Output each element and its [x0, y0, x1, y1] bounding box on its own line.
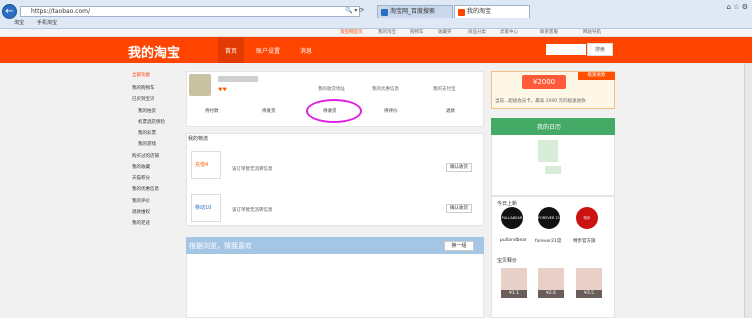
treasure-price: ¥1.1	[501, 290, 527, 298]
site-top-strip: 淘宝网首页 我的淘宝 购物车 收藏夹 商品分类 卖家中心 联系客服 网站导航	[0, 29, 752, 37]
treasure-item[interactable]: ¥2.6	[538, 268, 564, 298]
confirm-receipt-button[interactable]: 确认收货	[446, 204, 472, 213]
order-tab-refund[interactable]: 退款	[446, 108, 455, 114]
order-thumbnail[interactable]: 充值4	[191, 151, 221, 179]
order-tab-unshipped[interactable]: 待发货	[262, 108, 276, 114]
calendar-title[interactable]: 我的日历	[537, 122, 561, 131]
baidu-favicon-icon	[381, 9, 388, 16]
topstrip-link[interactable]: 收藏夹	[438, 29, 452, 37]
sidebar-item-favorites[interactable]: 我的收藏	[132, 164, 150, 170]
recommendation-title: 根据浏览，猜我喜欢	[189, 242, 252, 250]
sidebar-item-auction[interactable]: 我的拍卖	[138, 108, 156, 114]
refresh-button[interactable]: 换一组	[444, 241, 474, 251]
shop-logo[interactable]: 特步	[576, 207, 598, 229]
sidebar-item-lottery[interactable]: 我的彩票	[138, 130, 156, 136]
sidebar-item-purchased[interactable]: 已买到宝贝	[132, 96, 155, 102]
back-button[interactable]: ←	[2, 4, 17, 19]
shop-logo[interactable]: FOREVER 21	[538, 207, 560, 229]
shop-name[interactable]: pullandbear	[500, 238, 527, 243]
taobao-favicon-icon	[458, 9, 465, 16]
heart-rating-icon: ♥♥	[218, 87, 227, 93]
calendar-content-blurred	[545, 166, 561, 174]
sidebar-item-all[interactable]: 全部功能	[132, 72, 150, 78]
promo-tag: 极速进款	[578, 72, 615, 80]
alipay-link[interactable]: 我的支付宝	[433, 86, 456, 92]
treasure-price: ¥2.6	[538, 290, 564, 298]
logistics-title: 我的物流	[188, 136, 209, 142]
shop-logo[interactable]: PULL&BEAR	[501, 207, 523, 229]
confirm-receipt-button[interactable]: 确认收货	[446, 163, 472, 172]
treasure-price: ¥3.5	[576, 290, 602, 298]
tab-label: 我的淘宝	[467, 8, 492, 15]
favorite-item[interactable]: 手机淘宝	[37, 18, 57, 29]
treasure-title: 宝贝释价	[497, 258, 518, 264]
site-header	[0, 37, 752, 63]
nav-account-settings[interactable]: 账户设置	[256, 46, 280, 55]
calendar-content-blurred	[538, 140, 558, 162]
address-link[interactable]: 我的收货地址	[318, 86, 345, 92]
promo-amount: ¥2000	[522, 75, 566, 89]
window-controls[interactable]: ⌂ ☆ ⚙	[727, 3, 748, 11]
topstrip-link[interactable]: 我的淘宝	[378, 29, 396, 37]
tab-label: 淘宝网_百度搜索	[390, 8, 436, 15]
topstrip-link[interactable]: 联系客服	[540, 29, 558, 37]
topstrip-link[interactable]: 购物车	[410, 29, 424, 37]
logistics-status: 该订单暂无流转信息	[232, 208, 273, 213]
sidebar-item-cart[interactable]: 我的购物车	[132, 85, 155, 91]
shop-name[interactable]: 特步官方旗	[573, 238, 596, 244]
sidebar-item-reviews[interactable]: 我的评价	[132, 198, 150, 204]
sidebar-item-footprint[interactable]: 我的足迹	[132, 220, 150, 226]
nav-messages[interactable]: 消息	[300, 46, 312, 55]
treasure-item[interactable]: ¥3.5	[576, 268, 602, 298]
search-icon[interactable]: 🔍 ▾ ⟳	[345, 7, 364, 14]
highlight-circle	[306, 99, 362, 123]
sidebar-item-shops[interactable]: 购买过的店铺	[132, 153, 159, 159]
sidebar-item-games[interactable]: 我的游戏	[138, 141, 156, 147]
avatar[interactable]	[189, 74, 211, 96]
sidebar-item-coupons[interactable]: 我的优惠信息	[132, 186, 159, 192]
search-button[interactable]: 搜索	[587, 43, 613, 56]
treasure-item[interactable]: ¥1.1	[501, 268, 527, 298]
order-tab-unpaid[interactable]: 待付款	[205, 108, 219, 114]
topstrip-link[interactable]: 商品分类	[468, 29, 486, 37]
favorites-bar: 淘宝 手机淘宝	[0, 18, 752, 29]
favorite-item[interactable]: 淘宝	[14, 18, 24, 29]
coupon-link[interactable]: 我的优惠信息	[372, 86, 399, 92]
thumbnail-label: 充值4	[195, 162, 209, 168]
thumbnail-label: 移动10	[195, 205, 212, 211]
order-tab-to-review[interactable]: 待评价	[384, 108, 398, 114]
promo-text: 当前...超级会员卡，最高 2000 元的极速进款	[495, 99, 586, 104]
topstrip-link[interactable]: 卖家中心	[500, 29, 518, 37]
search-input[interactable]	[546, 44, 586, 55]
scrollbar[interactable]	[744, 63, 752, 318]
nav-home[interactable]: 首页	[225, 46, 237, 55]
page-title: 我的淘宝	[128, 46, 181, 61]
order-thumbnail[interactable]: 移动10	[191, 194, 221, 222]
sidebar-item-points[interactable]: 天猫积分	[132, 175, 150, 181]
logistics-panel	[186, 133, 484, 226]
new-arrivals-title: 今日上新	[497, 201, 518, 207]
logistics-status: 该订单暂无流转信息	[232, 167, 273, 172]
tab-mytaobao[interactable]: 我的淘宝	[454, 5, 530, 18]
tab-baidu[interactable]: 淘宝网_百度搜索	[377, 5, 453, 18]
username-blurred	[218, 76, 258, 82]
topstrip-link[interactable]: 网站导航	[583, 29, 601, 37]
shop-name[interactable]: forever21官	[535, 238, 561, 244]
address-bar[interactable]: https://taobao.com/	[20, 6, 360, 17]
sidebar-item-travel[interactable]: 机票酒店保险	[138, 119, 165, 125]
topstrip-link[interactable]: 淘宝网首页	[340, 29, 363, 37]
sidebar-item-refunds[interactable]: 退款维权	[132, 209, 150, 215]
